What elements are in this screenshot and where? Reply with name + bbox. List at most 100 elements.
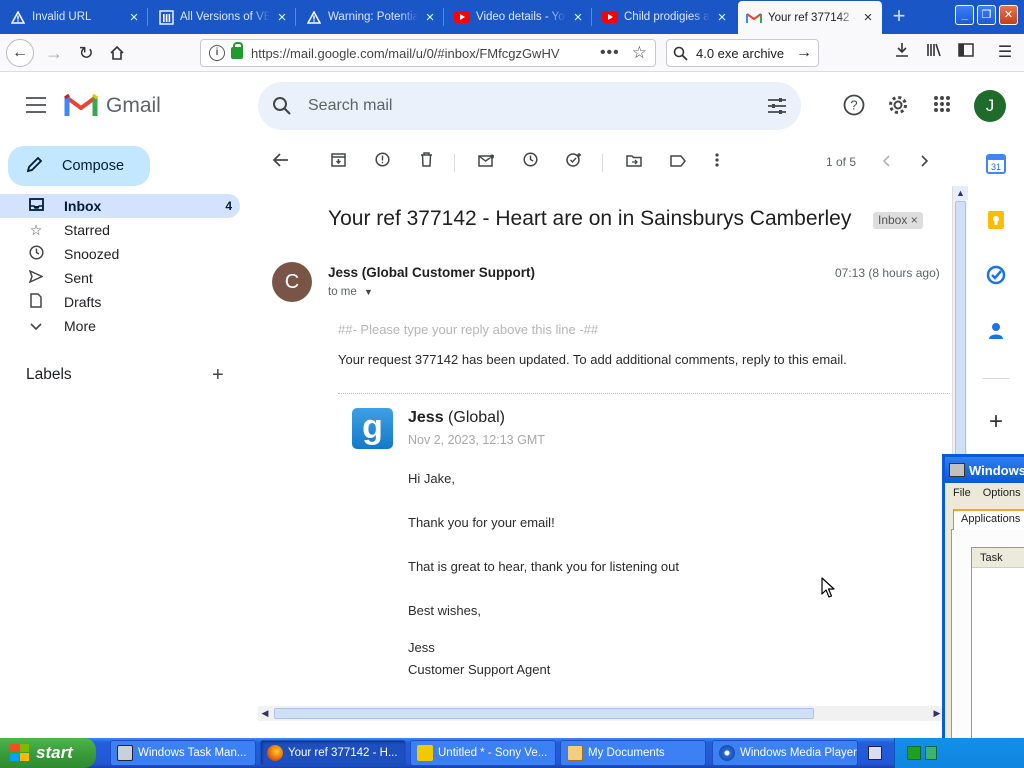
url-bar[interactable]: i https://mail.google.com/mail/u/0/#inbo… [200, 39, 656, 67]
more-actions-icon[interactable]: ••• [600, 44, 620, 62]
taskbar-task-manager[interactable]: Windows Task Man... [110, 740, 256, 766]
recipient-details[interactable]: to me ▼ [328, 286, 373, 298]
close-tab-icon[interactable]: × [274, 9, 290, 26]
delete-trash-icon[interactable] [415, 152, 437, 174]
account-avatar[interactable]: J [974, 90, 1006, 122]
scroll-up-arrow-icon[interactable]: ▲ [953, 186, 968, 200]
menu-file[interactable]: File [953, 487, 971, 499]
media-player-icon [719, 745, 735, 761]
scroll-left-arrow-icon[interactable]: ◀ [258, 706, 272, 721]
update-note: Your request 377142 has been updated. To… [338, 352, 847, 367]
reload-button[interactable]: ↻ [72, 39, 100, 67]
add-task-icon[interactable] [563, 152, 585, 174]
close-tab-icon[interactable]: × [422, 9, 438, 26]
reply-marker: ##- Please type your reply above this li… [338, 322, 599, 337]
calendar-icon[interactable]: 31 [984, 154, 1008, 178]
task-manager-titlebar[interactable]: Windows [945, 457, 1024, 483]
sender-name[interactable]: Jess (Global Customer Support) [328, 265, 535, 280]
task-manager-window[interactable]: Windows File Options Applications Task [942, 454, 1024, 743]
help-icon[interactable]: ? [841, 94, 867, 120]
archive-icon[interactable] [327, 152, 349, 174]
sidebar-toggle-icon[interactable] [955, 42, 977, 64]
contacts-icon[interactable] [984, 321, 1008, 345]
tab-invalid-url[interactable]: Invalid URL × [2, 2, 148, 32]
sidebar-item-inbox[interactable]: Inbox 4 [0, 194, 240, 218]
lock-icon [231, 42, 243, 59]
taskbar-sony-vegas[interactable]: Untitled * - Sony Ve... [410, 740, 556, 766]
taskbar-label: My Documents [588, 747, 665, 759]
apps-grid-icon[interactable] [929, 94, 955, 120]
inbox-label-chip[interactable]: Inbox × [873, 212, 923, 229]
tasks-icon[interactable] [984, 265, 1008, 289]
horizontal-scroll-thumb[interactable] [274, 708, 814, 719]
new-tab-button[interactable]: + [886, 4, 912, 30]
go-arrow-icon[interactable]: → [796, 44, 812, 62]
snooze-clock-icon[interactable] [519, 152, 541, 174]
task-list[interactable]: Task [971, 547, 1024, 741]
hamburger-menu-icon[interactable]: ☰ [994, 42, 1016, 64]
vertical-scroll-thumb[interactable] [955, 201, 966, 463]
sender-avatar[interactable]: C [272, 262, 312, 302]
sidebar-item-starred[interactable]: ☆ Starred [0, 218, 240, 242]
start-button[interactable]: start [0, 738, 96, 768]
library-icon[interactable] [923, 42, 945, 64]
back-to-inbox-arrow-icon[interactable] [270, 152, 292, 174]
minimize-button[interactable]: _ [955, 5, 974, 25]
close-tab-icon[interactable]: × [570, 9, 586, 26]
browser-search-field[interactable]: 4.0 exe archive → [666, 39, 819, 67]
search-options-icon[interactable] [767, 97, 787, 115]
taskbar-media-player[interactable]: Windows Media Player [712, 740, 858, 766]
column-header-task[interactable]: Task [972, 548, 1024, 568]
newer-chevron-left-icon[interactable] [875, 152, 897, 174]
tray-app-icon[interactable] [925, 746, 937, 760]
network-icon[interactable] [907, 746, 921, 760]
tab-all-versions[interactable]: All Versions of VE × [150, 2, 296, 32]
search-icon[interactable] [272, 96, 292, 116]
main-menu-icon[interactable] [24, 95, 48, 115]
sidebar-item-more[interactable]: More [0, 314, 240, 338]
search-mail-bar[interactable]: Search mail [258, 82, 801, 130]
older-chevron-right-icon[interactable] [914, 152, 936, 174]
close-tab-icon[interactable]: × [126, 9, 142, 26]
taskbar-firefox[interactable]: Your ref 377142 - H... [260, 740, 406, 766]
tab-applications[interactable]: Applications [953, 509, 1024, 530]
close-tab-icon[interactable]: × [714, 9, 730, 26]
clock-icon [28, 245, 44, 263]
menu-options[interactable]: Options [983, 487, 1021, 499]
get-addons-plus-icon[interactable]: + [984, 410, 1008, 434]
add-label-plus-icon[interactable]: + [212, 364, 224, 387]
downloads-icon[interactable] [891, 42, 913, 64]
keyboard-icon[interactable] [868, 746, 882, 760]
bookmark-star-icon[interactable]: ☆ [632, 43, 647, 63]
body-line: That is great to hear, thank you for lis… [408, 559, 679, 574]
compose-button[interactable]: Compose [8, 146, 150, 186]
close-window-button[interactable]: ✕ [999, 5, 1018, 25]
tab-video-details[interactable]: Video details - You × [446, 2, 592, 32]
taskbar-my-documents[interactable]: My Documents [560, 740, 706, 766]
forward-button[interactable]: → [40, 39, 68, 67]
send-icon [28, 269, 44, 286]
tab-your-ref[interactable]: Your ref 377142 - × [738, 1, 882, 34]
tab-warning[interactable]: Warning: Potentia × [298, 2, 444, 32]
caret-down-icon[interactable]: ▼ [364, 287, 373, 297]
mark-unread-icon[interactable] [475, 152, 497, 174]
home-button[interactable] [103, 39, 131, 67]
sidebar-item-drafts[interactable]: Drafts [0, 290, 240, 314]
sidebar-item-snoozed[interactable]: Snoozed [0, 242, 240, 266]
tab-child-prodigies[interactable]: Child prodigies an × [594, 2, 736, 32]
tab-label: Invalid URL [32, 11, 92, 23]
more-vertical-icon[interactable] [706, 152, 728, 174]
close-tab-icon[interactable]: × [860, 9, 876, 26]
settings-gear-icon[interactable] [885, 94, 911, 120]
horizontal-scrollbar[interactable]: ◀ ▶ [258, 706, 944, 721]
maximize-button[interactable]: ❐ [977, 5, 996, 25]
move-to-folder-icon[interactable] [623, 152, 645, 174]
arrow-right-icon: → [45, 42, 63, 63]
report-spam-icon[interactable] [371, 152, 393, 174]
back-button[interactable]: ← [6, 39, 34, 67]
info-icon[interactable]: i [209, 45, 225, 61]
keep-notes-icon[interactable] [984, 210, 1008, 234]
sidebar-item-sent[interactable]: Sent [0, 266, 240, 290]
archive-icon [158, 9, 174, 25]
label-tag-icon[interactable] [667, 152, 689, 174]
